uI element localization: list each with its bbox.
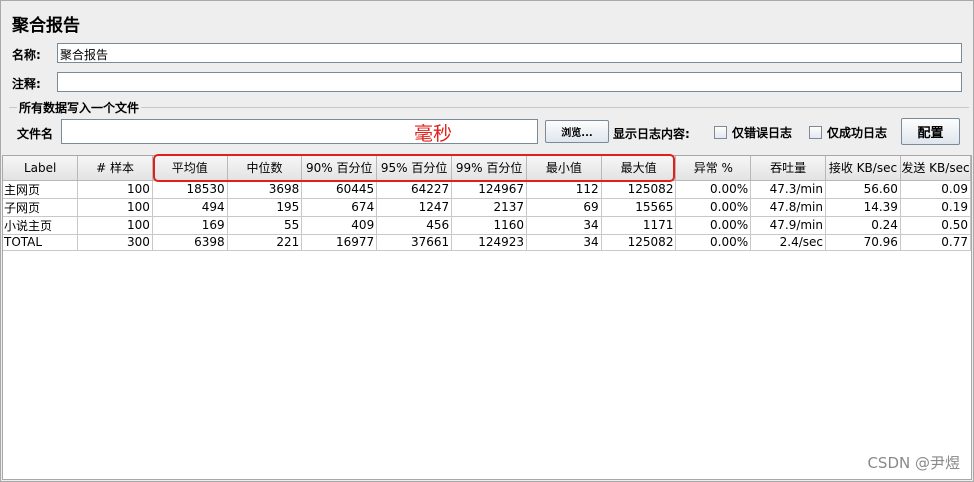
column-header[interactable]: 最小值 <box>526 156 602 181</box>
table-cell: 221 <box>227 234 303 251</box>
column-header[interactable]: # 样本 <box>77 156 153 181</box>
table-cell: 300 <box>77 234 153 251</box>
table-cell: 112 <box>526 180 602 199</box>
checkbox-box-icon[interactable] <box>714 126 727 139</box>
column-header[interactable]: 吞吐量 <box>750 156 826 181</box>
comment-field[interactable] <box>57 72 962 92</box>
name-field[interactable]: 聚合报告 <box>57 43 962 63</box>
panel-title: 聚合报告 <box>12 16 80 36</box>
table-cell: 2137 <box>451 198 528 217</box>
table-cell: 0.09 <box>900 180 972 199</box>
table-cell: 34 <box>526 216 602 235</box>
checkbox-box-icon[interactable] <box>809 126 822 139</box>
table-cell: 主网页 <box>3 180 79 199</box>
table-cell: 100 <box>77 198 153 217</box>
table-cell: 169 <box>152 216 228 235</box>
column-header[interactable]: 90% 百分位 <box>301 156 378 181</box>
configure-button[interactable]: 配置 <box>901 118 960 145</box>
filename-field[interactable] <box>61 119 538 144</box>
table-cell: 69 <box>526 198 602 217</box>
table-cell: 1247 <box>376 198 453 217</box>
column-header[interactable]: 中位数 <box>227 156 303 181</box>
column-header[interactable]: 平均值 <box>152 156 228 181</box>
table-cell: 子网页 <box>3 198 79 217</box>
table-cell: 1171 <box>601 216 677 235</box>
table-cell: 1160 <box>451 216 528 235</box>
table-cell: 47.9/min <box>750 216 826 235</box>
table-cell: 456 <box>376 216 453 235</box>
table-cell: 0.00% <box>675 180 752 199</box>
table-cell: 47.8/min <box>750 198 826 217</box>
column-header[interactable]: 95% 百分位 <box>376 156 453 181</box>
name-label: 名称: <box>12 48 41 62</box>
filename-label: 文件名 <box>17 127 54 141</box>
table-cell: 15565 <box>601 198 677 217</box>
comment-label: 注释: <box>12 77 41 91</box>
table-cell: 64227 <box>376 180 453 199</box>
table-cell: 125082 <box>601 234 677 251</box>
table-header-row: Label # 样本 平均值 中位数 90% 百分位 95% 百分位 99% 百… <box>3 156 972 181</box>
table-row[interactable]: 子网页 100 494 195 674 1247 2137 69 15565 0… <box>3 198 972 217</box>
column-header[interactable]: 最大值 <box>601 156 677 181</box>
table-cell: 124967 <box>451 180 528 199</box>
watermark: CSDN @尹煜 <box>867 454 960 472</box>
table-cell: 47.3/min <box>750 180 826 199</box>
table-row[interactable]: TOTAL 300 6398 221 16977 37661 124923 34… <box>3 234 972 251</box>
table-cell: 100 <box>77 216 153 235</box>
table-cell: 409 <box>301 216 378 235</box>
success-only-label: 仅成功日志 <box>827 126 888 140</box>
table-row[interactable]: 主网页 100 18530 3698 60445 64227 124967 11… <box>3 180 972 199</box>
table-cell: 124923 <box>451 234 528 251</box>
errors-only-label: 仅错误日志 <box>732 126 793 140</box>
unit-annotation: 毫秒 <box>414 123 453 145</box>
table-cell: 34 <box>526 234 602 251</box>
table-cell: 56.60 <box>825 180 901 199</box>
table-cell: 195 <box>227 198 303 217</box>
browse-button[interactable]: 浏览... <box>545 120 609 143</box>
table-cell: 18530 <box>152 180 228 199</box>
table-cell: 小说主页 <box>3 216 79 235</box>
table-cell: TOTAL <box>3 234 79 251</box>
table-cell: 100 <box>77 180 153 199</box>
table-cell: 14.39 <box>825 198 901 217</box>
success-only-checkbox[interactable]: 仅成功日志 <box>809 124 887 141</box>
results-table-area[interactable]: Label # 样本 平均值 中位数 90% 百分位 95% 百分位 99% 百… <box>2 155 972 480</box>
table-cell: 60445 <box>301 180 378 199</box>
column-header[interactable]: 异常 % <box>675 156 752 181</box>
log-content-label: 显示日志内容: <box>613 127 690 141</box>
table-cell: 3698 <box>227 180 303 199</box>
table-cell: 0.24 <box>825 216 901 235</box>
table-cell: 37661 <box>376 234 453 251</box>
column-header[interactable]: 发送 KB/sec <box>900 156 972 181</box>
errors-only-checkbox[interactable]: 仅错误日志 <box>714 124 792 141</box>
table-cell: 16977 <box>301 234 378 251</box>
table-row[interactable]: 小说主页 100 169 55 409 456 1160 34 1171 0.0… <box>3 216 972 235</box>
table-cell: 0.00% <box>675 216 752 235</box>
column-header[interactable]: 接收 KB/sec <box>825 156 901 181</box>
table-cell: 0.00% <box>675 234 752 251</box>
table-cell: 2.4/sec <box>750 234 826 251</box>
table-cell: 494 <box>152 198 228 217</box>
table-cell: 0.19 <box>900 198 972 217</box>
table-cell: 0.77 <box>900 234 972 251</box>
table-cell: 6398 <box>152 234 228 251</box>
table-cell: 125082 <box>601 180 677 199</box>
table-cell: 0.50 <box>900 216 972 235</box>
table-cell: 674 <box>301 198 378 217</box>
column-header[interactable]: 99% 百分位 <box>451 156 528 181</box>
results-table: Label # 样本 平均值 中位数 90% 百分位 95% 百分位 99% 百… <box>3 156 972 251</box>
file-group-title: 所有数据写入一个文件 <box>17 99 142 116</box>
table-cell: 70.96 <box>825 234 901 251</box>
table-cell: 0.00% <box>675 198 752 217</box>
table-cell: 55 <box>227 216 303 235</box>
column-header[interactable]: Label <box>3 156 79 181</box>
